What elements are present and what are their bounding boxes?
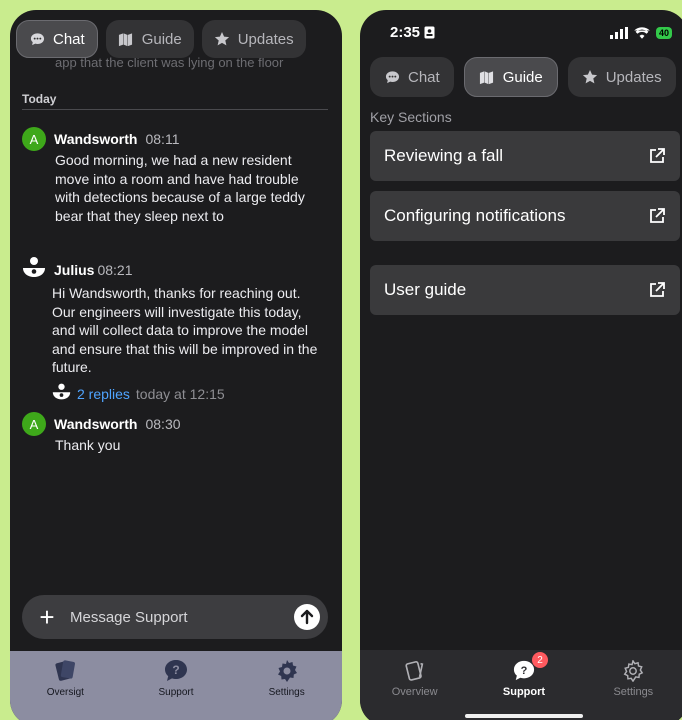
thread-replies[interactable]: 2 replies today at 12:15 [52, 382, 322, 406]
tab-guide[interactable]: Guide [463, 57, 558, 97]
nav-overview[interactable]: Oversigt [20, 657, 110, 720]
gear-icon [275, 657, 299, 683]
tab-chat[interactable]: Chat [16, 20, 98, 58]
message-composer: + [22, 595, 328, 639]
star-icon [214, 31, 230, 47]
guide-link-user-guide[interactable]: User guide [370, 265, 680, 315]
send-button[interactable] [294, 604, 320, 630]
segment-tabs: Chat Guide Updates [370, 57, 676, 97]
svg-text:?: ? [521, 665, 528, 677]
link-label: Configuring notifications [384, 206, 566, 225]
tab-label: Updates [237, 30, 294, 48]
tab-guide[interactable]: Guide [105, 20, 194, 58]
day-divider: Today [22, 92, 328, 110]
chat-screen: Chat Guide Updates app that the client w… [10, 10, 342, 720]
external-link-icon [650, 282, 665, 297]
question-bubble-icon: ? 2 [512, 652, 548, 682]
tab-chat[interactable]: Chat [370, 57, 454, 97]
signal-icon [609, 26, 628, 39]
nav-label: Overview [391, 686, 438, 698]
tab-label: Updates [605, 68, 662, 86]
status-clock: 2:35 [390, 24, 435, 41]
notification-badge: 2 [531, 652, 548, 668]
nav-label: Oversigt [46, 687, 84, 698]
message-item[interactable]: A Wandsworth 08:30 Thank you [22, 412, 322, 455]
message-input[interactable] [70, 608, 294, 626]
support-logo-icon [22, 255, 46, 284]
nav-label: Support [502, 686, 546, 698]
chat-bubble-icon [384, 69, 400, 85]
tab-label: Guide [141, 30, 182, 48]
bottom-nav: Overview ? 2 Support Settings [360, 650, 682, 720]
nav-label: Support [158, 687, 194, 698]
id-card-icon [424, 26, 435, 39]
nav-support[interactable]: ? 2 Support [479, 652, 569, 720]
message-item[interactable]: Julius 08:21 Hi Wandsworth, thanks for r… [22, 255, 322, 406]
tab-label: Guide [502, 68, 543, 86]
status-bar: 2:35 40 [390, 24, 672, 41]
overview-cards-icon [52, 657, 78, 683]
arrow-up-icon [300, 609, 314, 625]
avatar: A [22, 127, 46, 151]
nav-support[interactable]: ? Support [131, 657, 221, 720]
nav-settings[interactable]: Settings [242, 657, 332, 720]
map-icon [479, 69, 495, 85]
nav-overview[interactable]: Overview [370, 656, 460, 720]
message-time: 08:30 [145, 416, 181, 432]
gear-icon [622, 656, 644, 682]
guide-screen: 2:35 40 Chat Guide Updates Key Sections … [360, 10, 682, 720]
message-text: Hi Wandsworth, thanks for reaching out. … [52, 285, 318, 375]
nav-label: Settings [268, 687, 305, 698]
svg-text:?: ? [172, 663, 179, 677]
overview-cards-icon [403, 656, 427, 682]
message-author: Julius [54, 261, 95, 278]
question-bubble-icon: ? [163, 657, 189, 683]
home-indicator [465, 714, 583, 718]
message-text: Good morning, we had a new resident move… [55, 152, 305, 224]
replies-link[interactable]: 2 replies [77, 386, 130, 402]
section-heading: Key Sections [370, 109, 452, 125]
message-author: Wandsworth [54, 131, 138, 147]
chat-bubble-icon [29, 31, 45, 47]
plus-icon[interactable]: + [36, 604, 58, 630]
support-logo-icon [52, 382, 71, 406]
avatar: A [22, 412, 46, 436]
message-item[interactable]: A Wandsworth 08:11 Good morning, we had … [22, 127, 322, 225]
nav-settings[interactable]: Settings [588, 656, 678, 720]
battery-indicator: 40 [655, 26, 672, 39]
wifi-icon [634, 26, 650, 39]
tab-updates[interactable]: Updates [567, 57, 676, 97]
bottom-nav: Oversigt ? Support Settings [10, 651, 342, 720]
external-link-icon [650, 148, 665, 163]
guide-link-reviewing-a-fall[interactable]: Reviewing a fall [370, 131, 680, 181]
message-time: 08:21 [97, 261, 133, 278]
message-time: 08:11 [145, 131, 180, 147]
link-label: User guide [384, 280, 467, 299]
message-text: Thank you [55, 437, 121, 453]
segment-tabs: Chat Guide Updates [16, 20, 306, 58]
tab-updates[interactable]: Updates [201, 20, 306, 58]
guide-link-configuring-notifications[interactable]: Configuring notifications [370, 191, 680, 241]
reply-time: today at 12:15 [135, 385, 225, 402]
tab-label: Chat [53, 30, 85, 48]
star-icon [582, 69, 598, 85]
link-label: Reviewing a fall [384, 146, 504, 165]
external-link-icon [650, 208, 665, 223]
nav-label: Settings [613, 686, 654, 698]
map-icon [118, 31, 134, 47]
tab-label: Chat [408, 68, 440, 86]
message-author: Wandsworth [54, 416, 138, 432]
